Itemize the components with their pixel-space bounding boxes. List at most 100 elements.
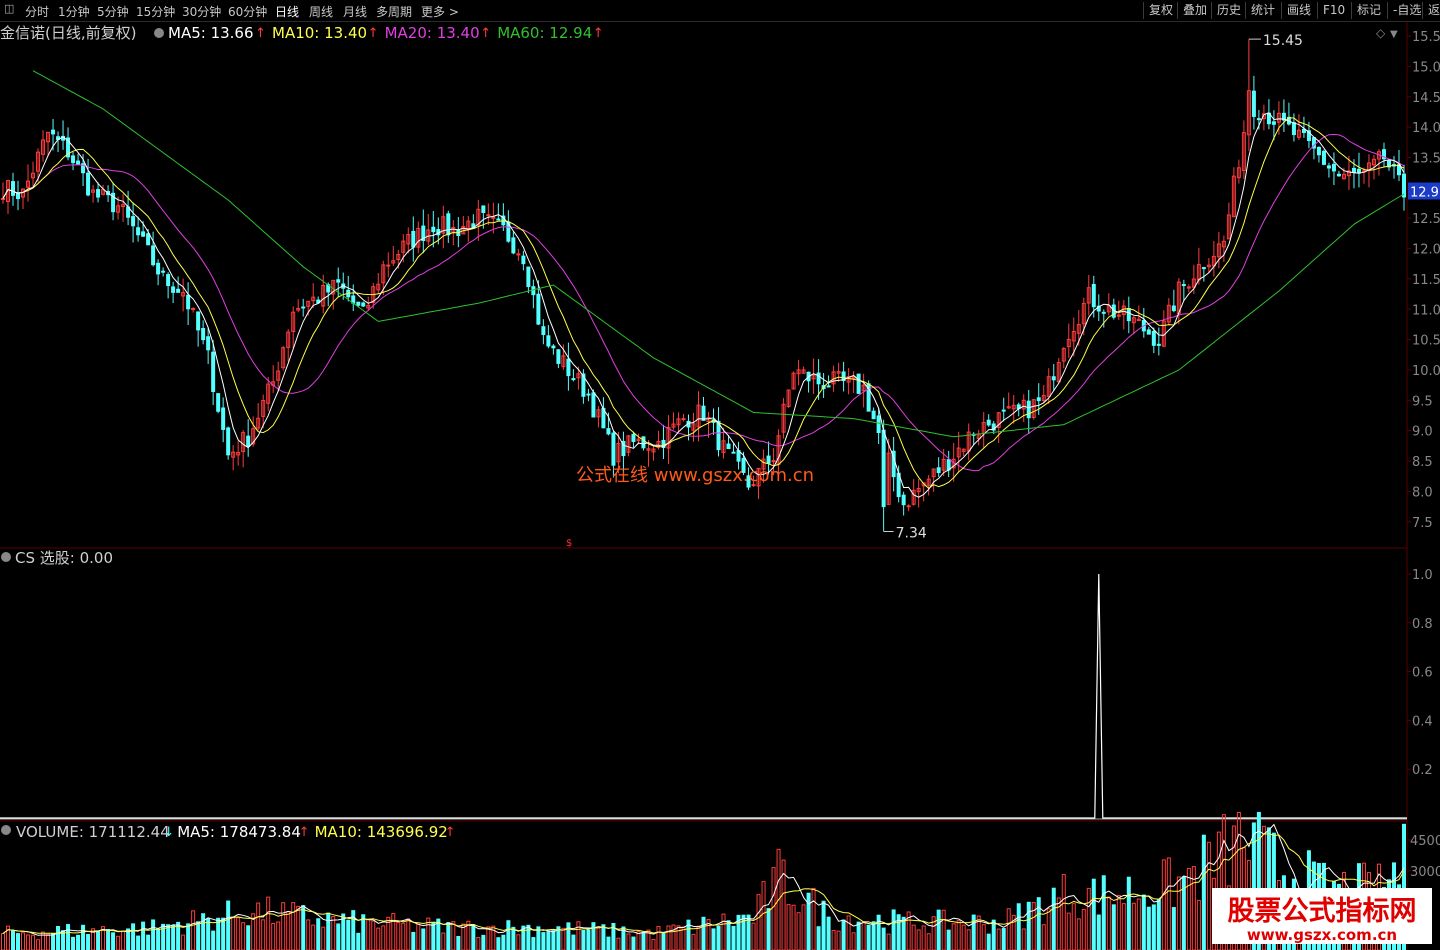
- volume-bar: [831, 929, 836, 950]
- tab-2[interactable]: 5分钟: [97, 3, 129, 20]
- volume-bar: [26, 934, 31, 950]
- volume-bar: [986, 933, 991, 950]
- volume-bar: [291, 902, 296, 950]
- signal-marker: $: [566, 538, 572, 549]
- volume-bar: [631, 936, 636, 950]
- volume-bar: [156, 928, 161, 950]
- candle-body: [186, 294, 191, 310]
- tab-8[interactable]: 月线: [343, 3, 367, 20]
- volume-bar: [676, 925, 681, 950]
- volume-bar: [711, 928, 716, 950]
- toolbar-button-8[interactable]: 返: [1422, 2, 1440, 19]
- candle-body: [1036, 397, 1041, 402]
- high-marker-label: 15.45: [1263, 33, 1303, 49]
- candle-body: [946, 459, 951, 471]
- volume-bar: [336, 923, 341, 950]
- tab-7[interactable]: 周线: [309, 3, 333, 20]
- volume-bar: [651, 939, 656, 950]
- candle-body: [521, 255, 526, 265]
- kline-chart-area[interactable]: 15.515.014.514.013.513.012.512.011.511.0…: [0, 22, 1440, 950]
- cs-tick-label: 0.8: [1412, 617, 1433, 632]
- toolbar-button-1[interactable]: 叠加: [1177, 2, 1212, 19]
- candle-body: [431, 226, 436, 233]
- candle-body: [1331, 163, 1336, 172]
- volume-bar: [371, 920, 376, 950]
- candle-body: [361, 302, 366, 307]
- toolbar-button-7[interactable]: -自选: [1387, 2, 1426, 19]
- volume-bar: [131, 923, 136, 950]
- tab-5[interactable]: 60分钟: [228, 3, 267, 20]
- candle-body: [716, 420, 721, 451]
- tab-6[interactable]: 日线: [275, 3, 299, 20]
- tab-1[interactable]: 1分钟: [58, 3, 90, 20]
- volume-bar: [791, 904, 796, 950]
- volume-bar: [186, 923, 191, 950]
- tab-0[interactable]: 分时: [25, 3, 49, 20]
- volume-bar: [81, 924, 86, 950]
- cs-signal-series: CS 选股: 0.00 1.0 0.8 0.6 0.4 0.2: [0, 549, 1433, 819]
- toolbar-button-6[interactable]: 标记: [1351, 2, 1386, 19]
- toolbar-button-4[interactable]: 画线: [1281, 2, 1316, 19]
- candlestick-series: [0, 39, 1407, 532]
- volume-bar: [956, 920, 961, 950]
- volume-bar: [406, 918, 411, 950]
- toolbar-button-2[interactable]: 历史: [1211, 2, 1246, 19]
- volume-bar: [496, 937, 501, 950]
- volume-bar: [1086, 887, 1091, 950]
- candle-body: [336, 279, 341, 283]
- candle-body: [146, 233, 151, 246]
- volume-bar: [1076, 918, 1081, 950]
- volume-bar: [816, 926, 821, 950]
- volume-bar: [1026, 901, 1031, 950]
- candle-body: [171, 286, 176, 293]
- candle-body: [906, 505, 911, 508]
- toolbar-button-0[interactable]: 复权: [1143, 2, 1178, 19]
- volume-bar: [271, 922, 276, 950]
- candle-body: [1401, 173, 1407, 198]
- candle-body: [86, 172, 91, 196]
- candle-body: [726, 443, 731, 450]
- candle-body: [1156, 343, 1161, 346]
- candle-body: [936, 467, 941, 473]
- volume-bar: [206, 918, 211, 950]
- tab-10[interactable]: 更多 >: [421, 3, 459, 20]
- volume-bar: [661, 933, 666, 950]
- volume-bar: [761, 881, 766, 950]
- volume-bar: [306, 919, 311, 950]
- volume-bar: [801, 904, 806, 950]
- volume-bar: [416, 923, 421, 950]
- volume-bar: [861, 921, 866, 950]
- candle-body: [1181, 284, 1186, 287]
- candle-body: [76, 160, 81, 165]
- volume-bar: [756, 894, 761, 950]
- ma-legend-1: MA10: 13.40: [272, 24, 367, 42]
- volume-bar: [481, 934, 486, 950]
- window-menu-icon[interactable]: ◫: [4, 2, 14, 15]
- settings-dot-icon: [154, 28, 164, 38]
- candle-body: [1351, 167, 1356, 173]
- candle-body: [211, 351, 216, 393]
- candle-body: [1091, 283, 1096, 308]
- candle-body: [1171, 305, 1176, 312]
- price-tick-label: 7.5: [1412, 516, 1433, 531]
- tab-9[interactable]: 多周期: [376, 3, 412, 20]
- volume-tick-label: 4500: [1410, 834, 1440, 849]
- price-tick-label: 9.5: [1412, 394, 1433, 409]
- volume-bar: [656, 926, 661, 950]
- volume-bar: [1001, 928, 1006, 950]
- candle-body: [511, 237, 516, 254]
- cs-tick-label: 0.6: [1412, 666, 1433, 681]
- volume-bar: [1186, 867, 1191, 950]
- volume-bar: [146, 934, 151, 950]
- cs-settings-icon: [1, 552, 11, 562]
- tab-4[interactable]: 30分钟: [182, 3, 221, 20]
- volume-bar: [1151, 904, 1156, 950]
- ma10-line: [2, 117, 1405, 490]
- toolbar-button-3[interactable]: 统计: [1245, 2, 1280, 19]
- tab-3[interactable]: 15分钟: [136, 3, 175, 20]
- volume-bar: [36, 939, 41, 950]
- volume-bar: [166, 924, 171, 950]
- candle-body: [301, 306, 306, 309]
- volume-bar: [241, 922, 246, 950]
- toolbar-button-5[interactable]: F10: [1317, 2, 1350, 19]
